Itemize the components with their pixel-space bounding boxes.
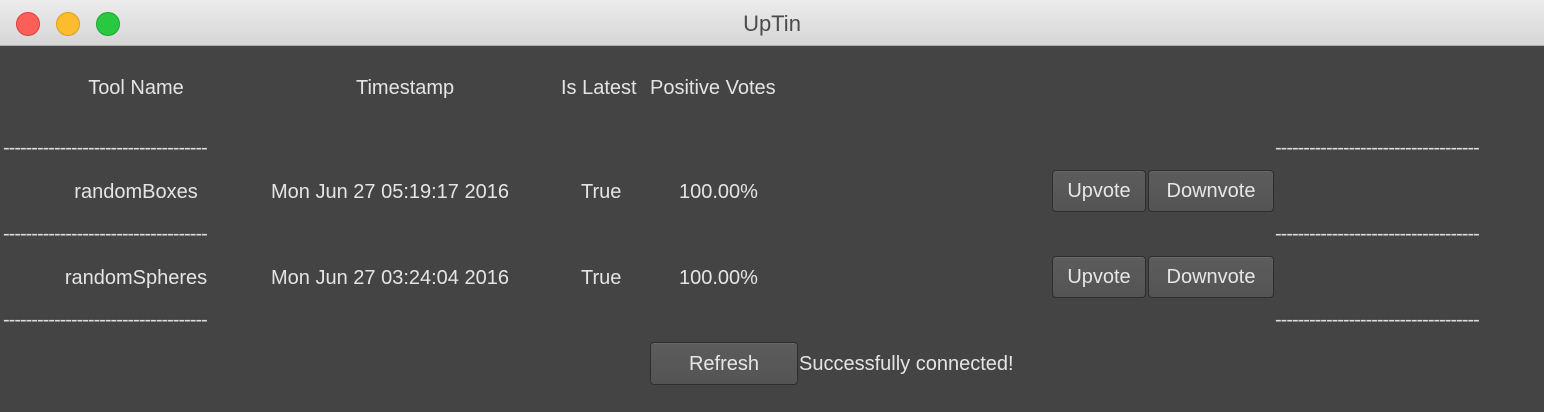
header-positive-votes: Positive Votes xyxy=(650,77,776,99)
row-2-timestamp: Mon Jun 27 03:24:04 2016 xyxy=(271,267,509,289)
status-text: Successfully connected! xyxy=(799,353,1014,375)
row-2-upvote-button[interactable]: Upvote xyxy=(1052,256,1146,298)
row-1-upvote-button[interactable]: Upvote xyxy=(1052,170,1146,212)
refresh-button[interactable]: Refresh xyxy=(650,342,798,385)
window-title: UpTin xyxy=(743,11,801,36)
row-2-downvote-button[interactable]: Downvote xyxy=(1148,256,1274,298)
row-1-tool-name: randomBoxes xyxy=(74,181,198,203)
row-2-tool-name: randomSpheres xyxy=(64,267,208,289)
separator-left: ------------------------------------ xyxy=(3,224,208,244)
header-is-latest: Is Latest xyxy=(561,77,637,99)
row-1-is-latest: True xyxy=(581,181,622,203)
row-2-positive-votes: 100.00% xyxy=(679,267,758,289)
title-bar[interactable]: UpTin xyxy=(0,0,1544,46)
separator-left: ------------------------------------ xyxy=(3,138,208,158)
separator-right: ------------------------------------ xyxy=(1275,138,1480,158)
row-1-positive-votes: 100.00% xyxy=(679,181,758,203)
row-1-timestamp: Mon Jun 27 05:19:17 2016 xyxy=(271,181,509,203)
header-timestamp: Timestamp xyxy=(356,77,455,99)
separator-left: ------------------------------------ xyxy=(3,310,208,330)
row-1-downvote-button[interactable]: Downvote xyxy=(1148,170,1274,212)
separator-right: ------------------------------------ xyxy=(1275,224,1480,244)
separator-right: ------------------------------------ xyxy=(1275,310,1480,330)
app-window: UpTin Tool Name Timestamp Is Latest Posi… xyxy=(0,0,1544,412)
header-tool-name: Tool Name xyxy=(88,77,184,99)
row-2-is-latest: True xyxy=(581,267,622,289)
